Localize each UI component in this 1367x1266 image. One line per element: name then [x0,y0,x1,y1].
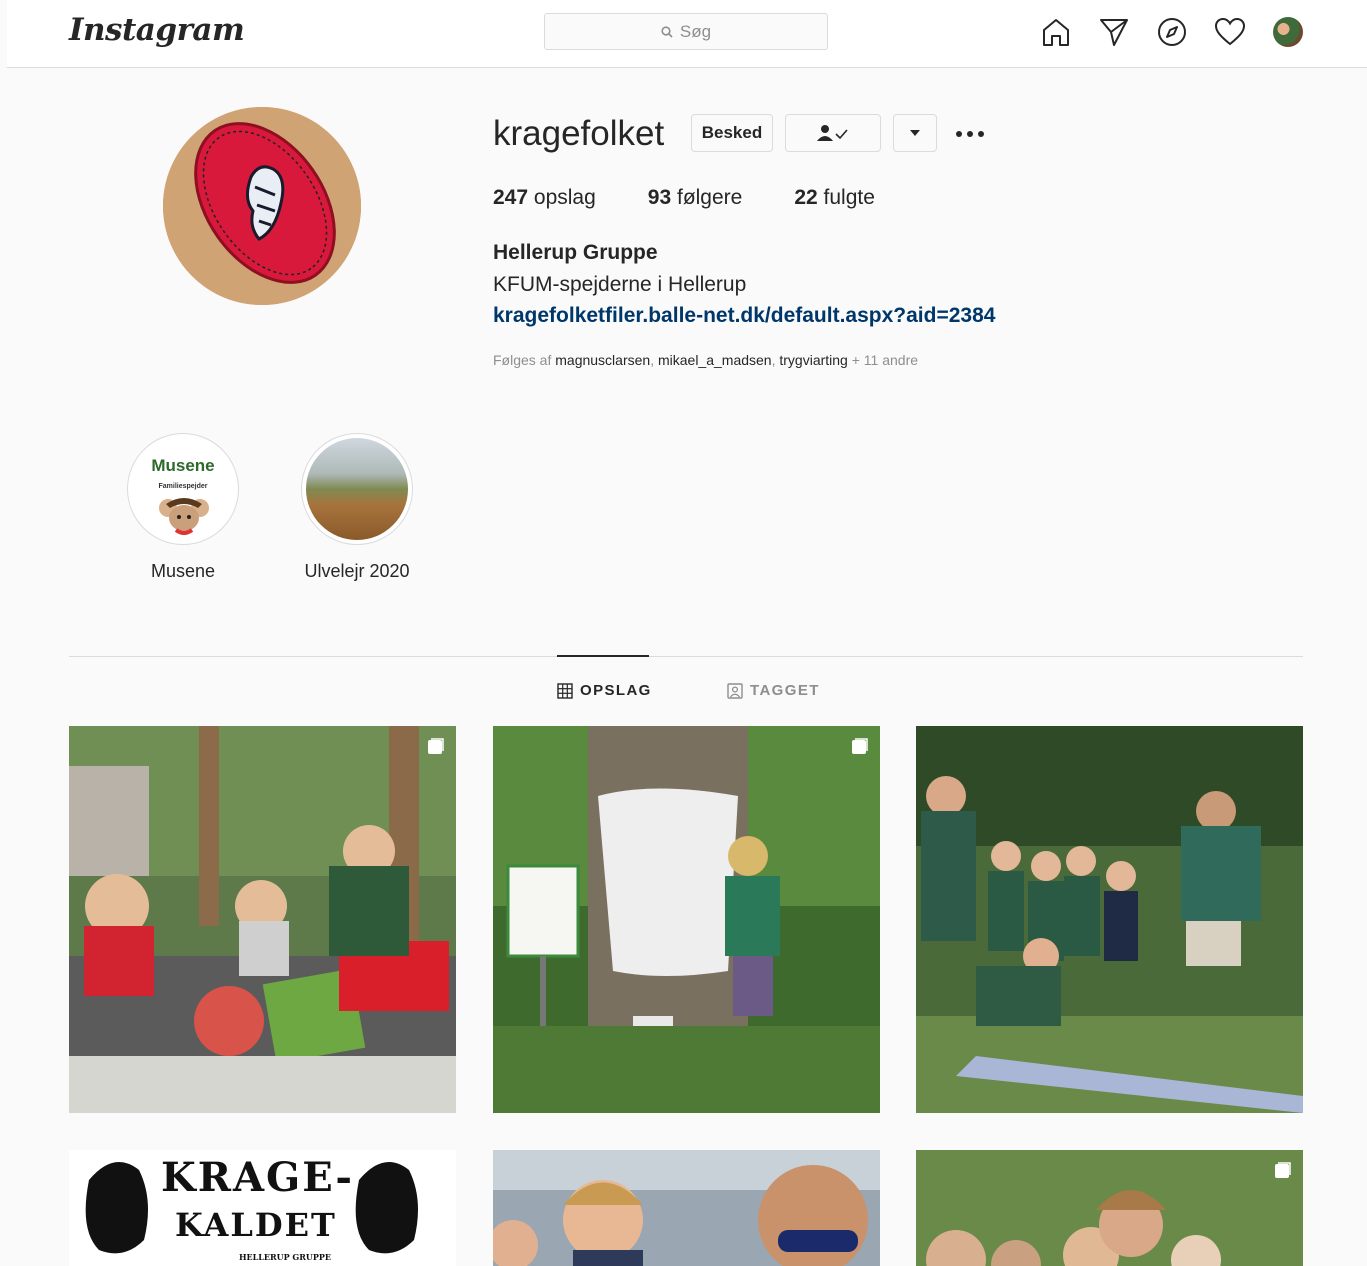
profile-badge-image [163,107,361,305]
post-image-map-tree [493,726,880,1113]
highlight-cover-subtitle: Familiespejder [158,483,208,490]
search-input[interactable]: Søg [544,13,828,50]
following-status-button[interactable] [785,114,881,152]
suggestions-dropdown-button[interactable] [893,114,937,152]
following-count[interactable]: 22 fulgte [794,186,875,210]
highlight-cover: Musene Familiespejder [132,438,234,540]
top-navigation-bar: Instagram Søg [7,0,1367,68]
profile-bio: KFUM-spejderne i Hellerup [493,273,747,296]
post-title-line1: KRAGE- [161,1154,355,1201]
story-highlight-musene[interactable]: Musene Familiespejder Musene [125,433,241,582]
profile-full-name: Hellerup Gruppe [493,241,658,264]
profile-username: kragefolket [493,114,665,153]
tabs-divider [69,656,1303,657]
post-image-cooking-kids [69,726,456,1113]
search-placeholder: Søg [679,21,712,41]
more-options-button[interactable] [955,124,985,149]
highlight-label: Ulvelejr 2020 [304,561,410,581]
tab-posts-label: OPSLAG [580,682,652,699]
posts-count: 247 opslag [493,186,596,209]
post-image-group-kids [916,1150,1303,1266]
activity-heart-icon[interactable] [1213,15,1247,49]
post-thumbnail[interactable] [493,1150,880,1266]
home-icon[interactable] [1039,15,1073,49]
tab-tagged[interactable]: TAGGET [727,682,820,699]
highlight-cover-title: Musene [151,456,215,475]
more-dots-icon [956,131,984,137]
post-title-line2: KALDET [175,1206,337,1244]
profile-avatar[interactable] [1271,15,1305,49]
grid-icon [557,682,573,699]
profile-website-link[interactable]: kragefolketfiler.balle-net.dk/default.as… [493,304,995,328]
nav-icon-group [1039,15,1305,49]
post-subtitle: HELLERUP GRUPPE [239,1252,332,1262]
chevron-down-icon [910,130,920,136]
post-thumbnail[interactable] [69,726,456,1113]
follower-username[interactable]: trygviarting [779,352,847,368]
highlight-ring [301,433,413,545]
avatar [1273,17,1303,47]
explore-compass-icon[interactable] [1155,15,1189,49]
person-check-icon [817,125,848,141]
tab-posts[interactable]: OPSLAG [557,682,652,699]
post-image-sailing-selfie [493,1150,880,1266]
multiple-photos-icon [428,738,444,754]
profile-picture[interactable] [163,107,361,305]
mouse-illustration [159,498,209,535]
active-tab-indicator [557,655,649,657]
profile-stats: 247 opslag 93 følgere 22 fulgte [493,186,927,210]
highlight-ring: Musene Familiespejder [127,433,239,545]
follower-username[interactable]: magnusclarsen [555,352,650,368]
search-icon [661,25,673,38]
story-highlight-ulvelejr[interactable]: Ulvelejr 2020 [299,433,415,582]
multiple-photos-icon [852,738,868,754]
followers-count[interactable]: 93 følgere [648,186,743,210]
follower-username[interactable]: mikael_a_madsen [658,352,772,368]
multiple-photos-icon [1275,1162,1291,1178]
message-button[interactable]: Besked [691,114,773,152]
tab-tagged-label: TAGGET [750,682,820,699]
post-image-scouts-game [916,726,1303,1113]
highlight-cover [306,438,408,540]
followed-by-text[interactable]: Følges af magnusclarsen, mikael_a_madsen… [493,352,918,368]
post-thumbnail[interactable] [493,726,880,1113]
instagram-logo[interactable]: Instagram [69,12,245,48]
post-thumbnail[interactable] [916,1150,1303,1266]
post-thumbnail[interactable] [916,726,1303,1113]
post-thumbnail[interactable]: KRAGE- KALDET HELLERUP GRUPPE [69,1150,456,1266]
tagged-person-icon [727,682,743,699]
highlight-label: Musene [150,561,216,581]
direct-send-icon[interactable] [1097,15,1131,49]
